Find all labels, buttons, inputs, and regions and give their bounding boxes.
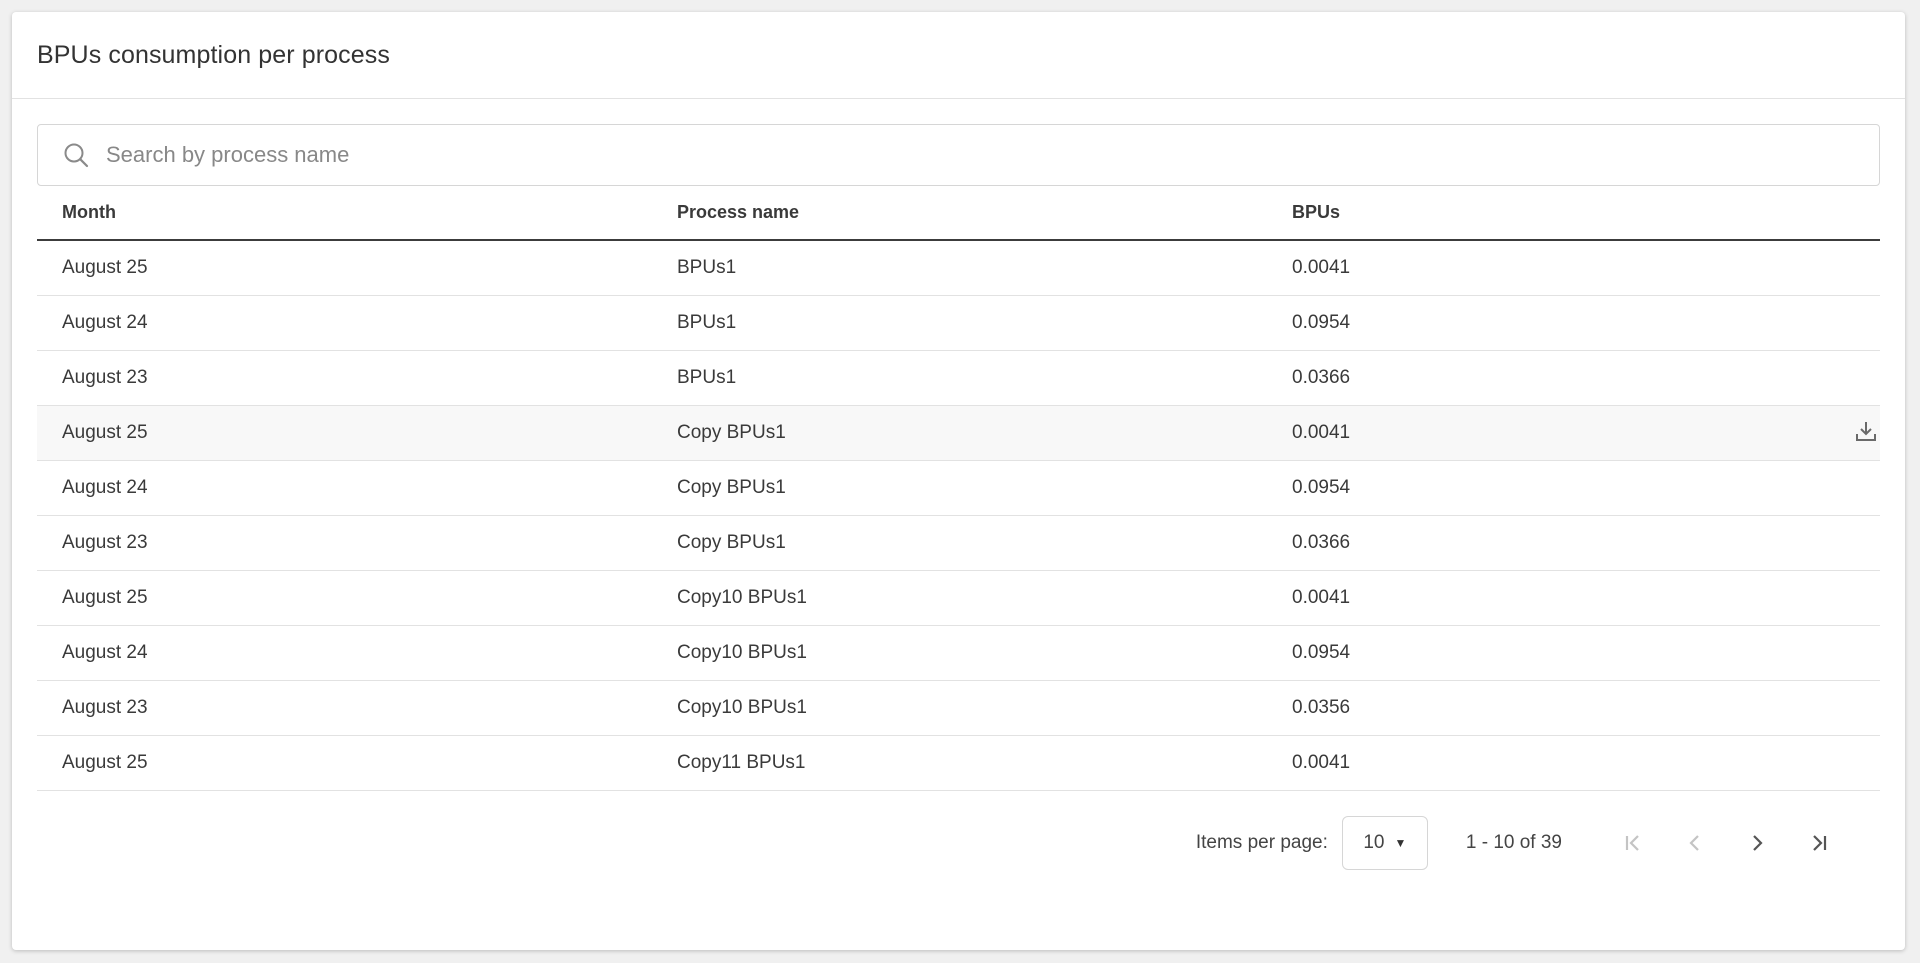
last-page-icon <box>1813 835 1827 851</box>
cell-process-name: Copy10 BPUs1 <box>652 625 1267 681</box>
search-icon <box>62 141 90 169</box>
bpus-consumption-card: BPUs consumption per process Month <box>12 12 1905 950</box>
search-box[interactable] <box>37 124 1880 186</box>
search-input[interactable] <box>104 141 1879 169</box>
cell-bpus: 0.0041 <box>1267 735 1767 791</box>
cell-bpus: 0.0356 <box>1267 680 1767 736</box>
next-page-icon <box>1753 835 1763 851</box>
table-header-row: Month Process name BPUs <box>37 186 1880 241</box>
column-header-process-name[interactable]: Process name <box>652 186 1267 241</box>
table-row[interactable]: August 24 BPUs1 0.0954 <box>37 295 1880 351</box>
cell-month: August 25 <box>37 570 652 626</box>
cell-process-name: Copy BPUs1 <box>652 405 1267 461</box>
table-row[interactable]: August 24 Copy BPUs1 0.0954 <box>37 460 1880 516</box>
table-row[interactable]: August 25 Copy11 BPUs1 0.0041 <box>37 735 1880 791</box>
cell-actions <box>1767 570 1880 626</box>
cell-bpus: 0.0954 <box>1267 460 1767 516</box>
column-header-bpus[interactable]: BPUs <box>1267 186 1767 241</box>
first-page-icon <box>1625 835 1639 851</box>
cell-process-name: Copy BPUs1 <box>652 515 1267 571</box>
cell-process-name: BPUs1 <box>652 350 1267 406</box>
next-page-button[interactable] <box>1726 818 1788 868</box>
cell-actions <box>1767 625 1880 681</box>
cell-month: August 25 <box>37 735 652 791</box>
cell-process-name: Copy10 BPUs1 <box>652 570 1267 626</box>
card-title: BPUs consumption per process <box>37 40 390 69</box>
cell-process-name: Copy11 BPUs1 <box>652 735 1267 791</box>
card-body: Month Process name BPUs August 25BPUs10.… <box>12 99 1905 896</box>
cell-bpus: 0.0366 <box>1267 515 1767 571</box>
page-range-label: 1 - 10 of 39 <box>1465 832 1562 853</box>
cell-process-name: Copy BPUs1 <box>652 460 1267 516</box>
cell-bpus: 0.0366 <box>1267 350 1767 406</box>
cell-actions <box>1767 405 1880 461</box>
download-icon[interactable] <box>1852 417 1880 445</box>
cell-month: August 23 <box>37 515 652 571</box>
table-row[interactable]: August 23 BPUs1 0.0366 <box>37 350 1880 406</box>
cell-actions <box>1767 680 1880 736</box>
bpus-table: Month Process name BPUs August 25 BPUs1 0.… <box>37 186 1880 791</box>
column-header-actions <box>1767 186 1880 241</box>
cell-month: August 24 <box>37 625 652 681</box>
cell-actions <box>1767 350 1880 406</box>
cell-bpus: 0.0041 <box>1267 240 1767 296</box>
cell-actions <box>1767 735 1880 791</box>
cell-actions <box>1767 460 1880 516</box>
previous-page-button[interactable] <box>1664 818 1726 868</box>
cell-bpus: 0.0041 <box>1267 405 1767 461</box>
cell-bpus: 0.0954 <box>1267 295 1767 351</box>
table-row[interactable]: August 25 Copy10 BPUs1 0.0041 <box>37 570 1880 626</box>
cell-month: August 23 <box>37 680 652 736</box>
cell-process-name: Copy10 BPUs1 <box>652 680 1267 736</box>
cell-month: August 25 <box>37 240 652 296</box>
page-size-value: 10 <box>1363 832 1385 853</box>
table-row[interactable]: August 25 BPUs1 0.0041 <box>37 240 1880 296</box>
cell-month: August 24 <box>37 295 652 351</box>
cell-actions <box>1767 295 1880 351</box>
paginator: Items per page: 10 ▼ 1 - 10 of 39 <box>37 791 1880 896</box>
table-row[interactable]: August 25 Copy BPUs1 0.0041 <box>37 405 1880 461</box>
cell-month: August 24 <box>37 460 652 516</box>
card-header: BPUs consumption per process <box>12 12 1905 99</box>
column-header-month[interactable]: Month <box>37 186 652 241</box>
caret-down-icon: ▼ <box>1394 836 1407 850</box>
cell-month: August 25 <box>37 405 652 461</box>
table-row[interactable]: August 24 Copy10 BPUs1 0.0954 <box>37 625 1880 681</box>
cell-month: August 23 <box>37 350 652 406</box>
table-row[interactable]: August 23 Copy BPUs1 0.0366 <box>37 515 1880 571</box>
first-page-button[interactable] <box>1602 818 1664 868</box>
cell-actions <box>1767 240 1880 296</box>
cell-process-name: BPUs1 <box>652 295 1267 351</box>
cell-actions <box>1767 515 1880 571</box>
table-body: August 25 BPUs1 0.0041 August 24 BPUs1 0.0954… <box>37 240 1880 791</box>
previous-page-icon <box>1689 835 1699 851</box>
table-row[interactable]: August 23 Copy10 BPUs1 0.0356 <box>37 680 1880 736</box>
cell-bpus: 0.0954 <box>1267 625 1767 681</box>
cell-bpus: 0.0041 <box>1267 570 1767 626</box>
cell-process-name: BPUs1 <box>652 240 1267 296</box>
items-per-page-label: Items per page: <box>1195 832 1328 853</box>
page-size-select[interactable]: 10 ▼ <box>1341 816 1428 870</box>
last-page-button[interactable] <box>1788 818 1850 868</box>
